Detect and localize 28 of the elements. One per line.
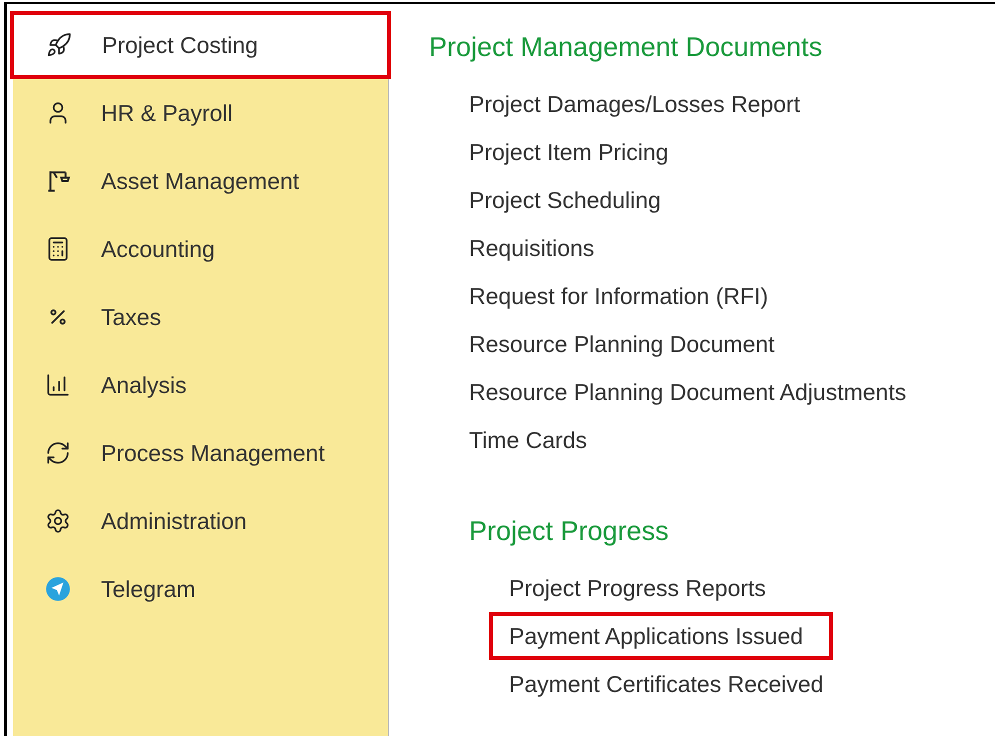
document-link[interactable]: Request for Information (RFI)	[469, 272, 906, 320]
document-link[interactable]: Project Item Pricing	[469, 128, 906, 176]
rocket-icon	[46, 32, 72, 58]
document-link[interactable]: Project Progress Reports	[509, 564, 906, 612]
sidebar-item[interactable]: Asset Management	[13, 147, 388, 215]
percent-icon	[48, 307, 68, 327]
document-link[interactable]: Resource Planning Document	[469, 320, 906, 368]
document-link[interactable]: Project Scheduling	[469, 176, 906, 224]
bar-chart-icon	[45, 372, 71, 398]
document-link[interactable]: Project Damages/Losses Report	[469, 80, 906, 128]
section-heading: Project Progress	[469, 515, 670, 548]
sidebar-item[interactable]: Administration	[13, 487, 388, 555]
sidebar-item[interactable]: Project Costing	[10, 11, 391, 79]
refresh-icon	[45, 440, 71, 466]
section-heading: Project Management Documents	[429, 31, 824, 64]
sidebar-item[interactable]: Taxes	[13, 283, 388, 351]
settings-icon	[45, 508, 71, 534]
sidebar-item[interactable]: HR & Payroll	[13, 79, 388, 147]
document-link[interactable]: Payment Applications Issued	[489, 612, 834, 660]
document-link[interactable]: Payment Certificates Received	[509, 660, 906, 708]
sidebar-item[interactable]: Accounting	[13, 215, 388, 283]
document-link[interactable]: Resource Planning Document Adjustments	[469, 368, 906, 416]
sidebar-item[interactable]: Process Management	[13, 419, 388, 487]
document-link[interactable]: Time Cards	[469, 416, 906, 464]
telegram-icon	[45, 576, 71, 602]
sidebar-item[interactable]: Telegram	[13, 555, 388, 623]
sidebar-item[interactable]: Analysis	[13, 351, 388, 419]
document-link[interactable]: Requisitions	[469, 224, 906, 272]
